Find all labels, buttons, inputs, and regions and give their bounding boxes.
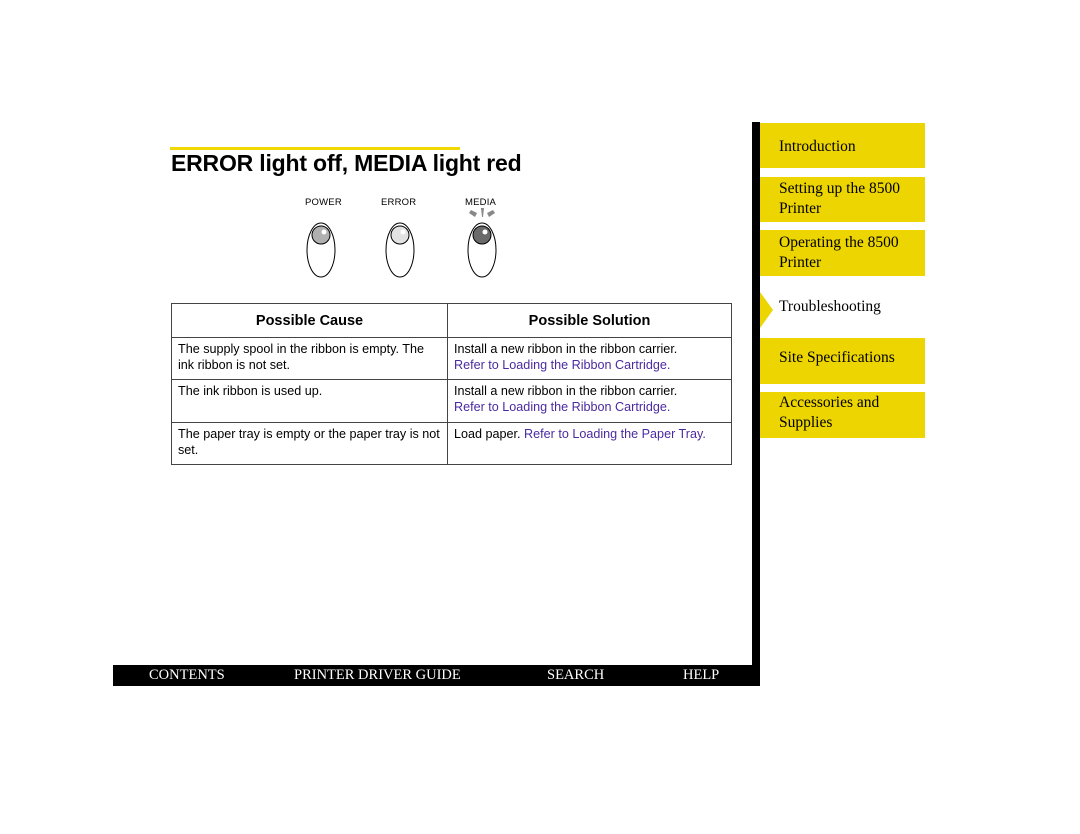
column-header-solution: Possible Solution: [447, 303, 732, 338]
troubleshooting-table: Possible Cause Possible Solution The sup…: [171, 303, 732, 465]
nav-help-link[interactable]: HELP: [683, 667, 719, 684]
table-row: The paper tray is empty or the paper tra…: [171, 422, 732, 465]
power-button-icon: [306, 222, 336, 278]
solution-cell: Install a new ribbon in the ribbon carri…: [447, 337, 732, 380]
solution-text: Load paper.: [454, 427, 521, 441]
nav-contents-link[interactable]: CONTENTS: [149, 667, 225, 684]
power-led: [311, 225, 331, 245]
page-title: ERROR light off, MEDIA light red: [171, 150, 522, 176]
media-button-icon: [467, 208, 497, 278]
sidebar-item-operating[interactable]: Operating the 8500 Printer: [760, 230, 925, 276]
sidebar-item-label: Setting up the 8500 Printer: [779, 180, 900, 217]
sidebar-item-label: Operating the 8500 Printer: [779, 234, 899, 271]
table-row: The supply spool in the ribbon is empty.…: [171, 337, 732, 380]
solution-text: Install a new ribbon in the ribbon carri…: [454, 342, 678, 356]
link-loading-paper-tray[interactable]: Refer to Loading the Paper Tray.: [524, 427, 706, 441]
control-panel-illustration: POWER ERROR MEDIA: [285, 192, 525, 287]
blink-rays-icon: [469, 208, 495, 217]
error-button-icon: [385, 222, 415, 278]
solution-cell: Load paper. Refer to Loading the Paper T…: [447, 422, 732, 465]
led-illustration: [306, 208, 497, 278]
sidebar-item-setting-up[interactable]: Setting up the 8500 Printer: [760, 177, 925, 222]
column-header-cause: Possible Cause: [171, 303, 448, 338]
media-led: [472, 225, 492, 245]
bottom-navigation-bar: CONTENTS PRINTER DRIVER GUIDE SEARCH HEL…: [113, 665, 760, 686]
nav-search-link[interactable]: SEARCH: [547, 667, 604, 684]
cause-cell: The paper tray is empty or the paper tra…: [171, 422, 448, 465]
sidebar-item-troubleshooting[interactable]: Troubleshooting: [760, 297, 925, 327]
sidebar-divider-bar: [752, 122, 760, 686]
sidebar-item-site-specifications[interactable]: Site Specifications: [760, 338, 925, 384]
table-row: The ink ribbon is used up. Install a new…: [171, 379, 732, 423]
link-loading-ribbon-cartridge[interactable]: Refer to Loading the Ribbon Cartridge.: [454, 358, 670, 372]
nav-printer-driver-guide-link[interactable]: PRINTER DRIVER GUIDE: [294, 667, 461, 684]
sidebar-item-introduction[interactable]: Introduction: [760, 123, 925, 168]
sidebar-item-label: Site Specifications: [779, 349, 895, 366]
table-header-row: Possible Cause Possible Solution: [171, 303, 732, 338]
cause-cell: The ink ribbon is used up.: [171, 379, 448, 423]
solution-cell: Install a new ribbon in the ribbon carri…: [447, 379, 732, 423]
sidebar-item-accessories[interactable]: Accessories and Supplies: [760, 392, 925, 438]
sidebar-item-label: Troubleshooting: [779, 298, 881, 315]
sidebar-item-label: Accessories and Supplies: [779, 394, 880, 431]
link-loading-ribbon-cartridge[interactable]: Refer to Loading the Ribbon Cartridge.: [454, 400, 670, 414]
solution-text: Install a new ribbon in the ribbon carri…: [454, 384, 678, 398]
error-led: [390, 225, 410, 245]
cause-cell: The supply spool in the ribbon is empty.…: [171, 337, 448, 380]
sidebar-item-label: Introduction: [779, 138, 856, 155]
